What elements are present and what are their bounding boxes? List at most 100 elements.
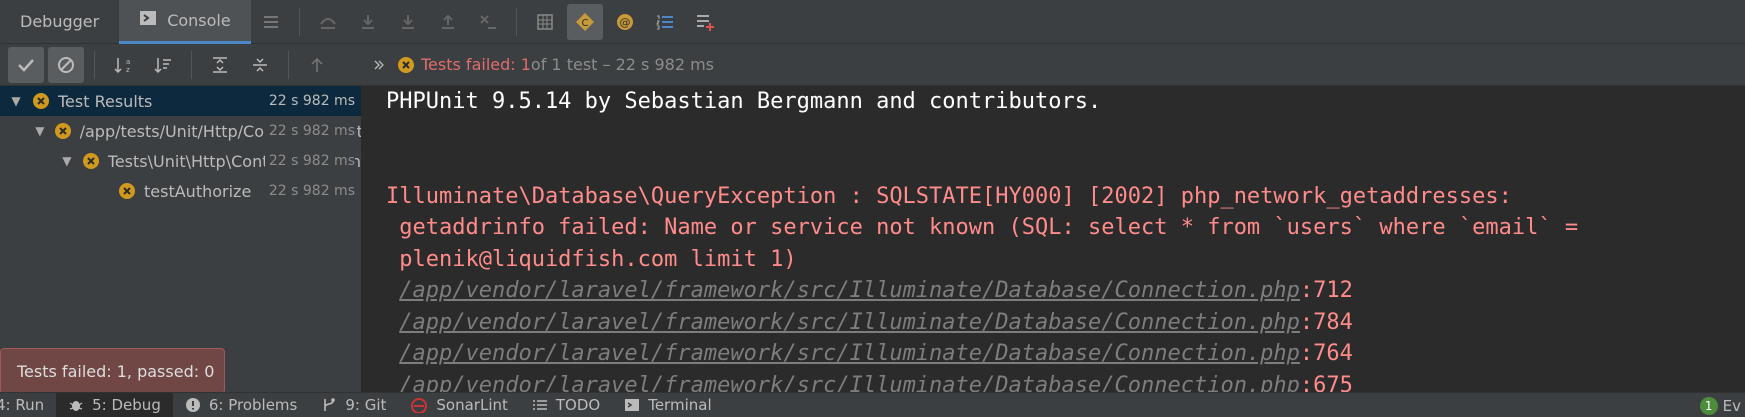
svg-text:C: C	[581, 18, 588, 29]
show-passed-icon[interactable]	[8, 46, 44, 83]
stack-trace-link[interactable]: /app/vendor/laravel/framework/src/Illumi…	[399, 310, 1300, 335]
tab-debugger[interactable]: Debugger	[0, 0, 119, 44]
fail-icon	[397, 56, 415, 74]
git-tool-button[interactable]: 9: Git	[309, 393, 398, 417]
chevron-down-icon[interactable]: ▼	[6, 94, 26, 108]
console-icon	[139, 9, 157, 31]
stack-trace-link[interactable]: /app/vendor/laravel/framework/src/Illumi…	[399, 341, 1300, 366]
stack-trace-line: /app/vendor/laravel/framework/src/Illumi…	[386, 275, 1745, 307]
tab-console[interactable]: Console	[119, 0, 251, 44]
tooltip-text: Tests failed: 1, passed: 0	[17, 361, 215, 381]
warning-circle-icon	[185, 397, 201, 413]
event-count: 1	[1704, 398, 1713, 413]
debug-tool-button[interactable]: 5: Debug	[56, 392, 173, 417]
test-status-tooltip: Tests failed: 1, passed: 0	[0, 348, 225, 402]
console-error-line: plenik@liquidfish.com limit 1)	[386, 246, 797, 272]
git-branch-icon	[321, 397, 337, 413]
tree-item-test-results[interactable]: ▼ Test Results 22 s 982 ms	[0, 86, 361, 116]
chevron-down-icon[interactable]: ▼	[32, 124, 48, 138]
run-tool-label: 4: Run	[0, 396, 45, 414]
tab-debugger-label: Debugger	[20, 12, 100, 31]
event-count-badge: 1	[1699, 396, 1718, 415]
debug-tool-label: 5: Debug	[92, 396, 161, 414]
fail-icon	[32, 92, 50, 110]
layout-icon[interactable]	[253, 4, 289, 40]
tree-item-test-method[interactable]: testAuthorize 22 s 982 ms	[0, 176, 361, 206]
fail-icon	[118, 182, 136, 200]
tree-item-duration: 22 s 982 ms	[264, 93, 355, 109]
collapse-all-icon[interactable]	[242, 47, 278, 83]
stack-trace-link[interactable]: /app/vendor/laravel/framework/src/Illumi…	[399, 373, 1300, 393]
sort-alpha-icon[interactable]: az	[105, 47, 141, 83]
debug-tab-bar: Debugger Console C @	[0, 0, 1745, 44]
stack-trace-line-number: :764	[1299, 341, 1353, 366]
tree-item-test-file[interactable]: ▼ /app/tests/Unit/Http/Controllers/AuthT…	[0, 116, 361, 146]
event-log-button[interactable]: 1 Ev	[1699, 393, 1745, 417]
class-filter-icon[interactable]: C	[566, 3, 603, 40]
problems-tool-button[interactable]: 6: Problems	[173, 393, 310, 417]
numbered-list-icon[interactable]	[647, 4, 683, 40]
test-results-tree: ▼ Test Results 22 s 982 ms ▼ /app/tests/…	[0, 86, 362, 392]
event-log-label: Ev	[1722, 396, 1741, 415]
toolbar-separator	[515, 7, 517, 36]
tree-item-test-class[interactable]: ▼ Tests\Unit\Http\Controllers\AuthTest 2…	[0, 146, 361, 176]
svg-text:@: @	[619, 16, 630, 29]
tree-item-duration: 22 s 982 ms	[264, 153, 355, 169]
stack-trace-line: /app/vendor/laravel/framework/src/Illumi…	[386, 338, 1745, 370]
svg-text:a: a	[126, 58, 130, 66]
show-ignored-icon[interactable]	[48, 46, 84, 83]
step-into-icon[interactable]	[350, 4, 386, 40]
step-out-icon[interactable]	[430, 4, 466, 40]
chevron-down-icon[interactable]: ▼	[58, 154, 76, 168]
force-step-into-icon[interactable]	[390, 4, 426, 40]
terminal-icon	[624, 397, 640, 413]
sonarlint-tool-label: SonarLint	[436, 396, 508, 414]
todo-tool-button[interactable]: TODO	[520, 393, 612, 417]
sonarlint-tool-button[interactable]: SonarLint	[398, 393, 519, 417]
stack-trace-line-number: :675	[1299, 372, 1353, 393]
stack-trace-line-number: :784	[1299, 309, 1353, 335]
tree-item-duration: 22 s 982 ms	[264, 183, 355, 199]
stack-trace-line: /app/vendor/laravel/framework/src/Illumi…	[386, 307, 1745, 339]
annotation-icon[interactable]: @	[607, 4, 643, 40]
add-list-icon[interactable]	[687, 4, 723, 40]
next-failed-icon[interactable]	[367, 47, 391, 83]
list-icon	[532, 397, 548, 413]
fail-icon	[54, 122, 72, 140]
expand-all-icon[interactable]	[202, 47, 238, 83]
tree-item-duration: 22 s 982 ms	[264, 123, 355, 139]
run-to-cursor-icon[interactable]	[470, 4, 506, 40]
problems-tool-label: 6: Problems	[208, 396, 298, 414]
console-error-line: getaddrinfo failed: Name or service not …	[386, 215, 1579, 240]
stack-trace-line: /app/vendor/laravel/framework/src/Illumi…	[386, 370, 1745, 393]
sonarlint-icon	[410, 397, 428, 413]
stack-trace-link[interactable]: /app/vendor/laravel/framework/src/Illumi…	[399, 278, 1300, 303]
todo-tool-label: TODO	[555, 396, 601, 414]
test-summary: Tests failed: 1 of 1 test – 22 s 982 ms	[397, 55, 714, 74]
toolbar-separator	[191, 50, 192, 79]
tree-item-label: Test Results	[58, 91, 153, 111]
run-tool-button[interactable]: 4: Run	[0, 393, 56, 417]
toolbar-separator	[298, 7, 300, 36]
console-header-line: PHPUnit 9.5.14 by Sebastian Bergmann and…	[386, 89, 1102, 114]
tree-item-label: testAuthorize	[144, 181, 252, 201]
evaluate-table-icon[interactable]	[527, 4, 563, 40]
test-runner-toolbar: az Tests failed: 1 of 1 test – 22 s 982 …	[0, 44, 1745, 86]
svg-text:z: z	[126, 66, 130, 74]
step-over-icon[interactable]	[310, 4, 346, 40]
toolbar-separator	[94, 50, 95, 79]
console-output[interactable]: PHPUnit 9.5.14 by Sebastian Bergmann and…	[362, 86, 1745, 392]
terminal-tool-label: Terminal	[648, 396, 712, 414]
toolbar-separator	[288, 50, 289, 79]
tool-window-bar: 4: Run 5: Debug 6: Problems 9: Git Sonar…	[0, 392, 1745, 417]
tab-console-label: Console	[167, 10, 231, 30]
stack-trace-line-number: :712	[1299, 278, 1353, 303]
previous-failed-icon[interactable]	[299, 47, 335, 83]
git-tool-label: 9: Git	[345, 396, 387, 414]
terminal-tool-button[interactable]: Terminal	[612, 393, 723, 417]
sort-duration-icon[interactable]	[145, 47, 181, 83]
summary-failed-label: Tests failed: 1	[421, 55, 531, 74]
bug-icon	[68, 397, 84, 413]
